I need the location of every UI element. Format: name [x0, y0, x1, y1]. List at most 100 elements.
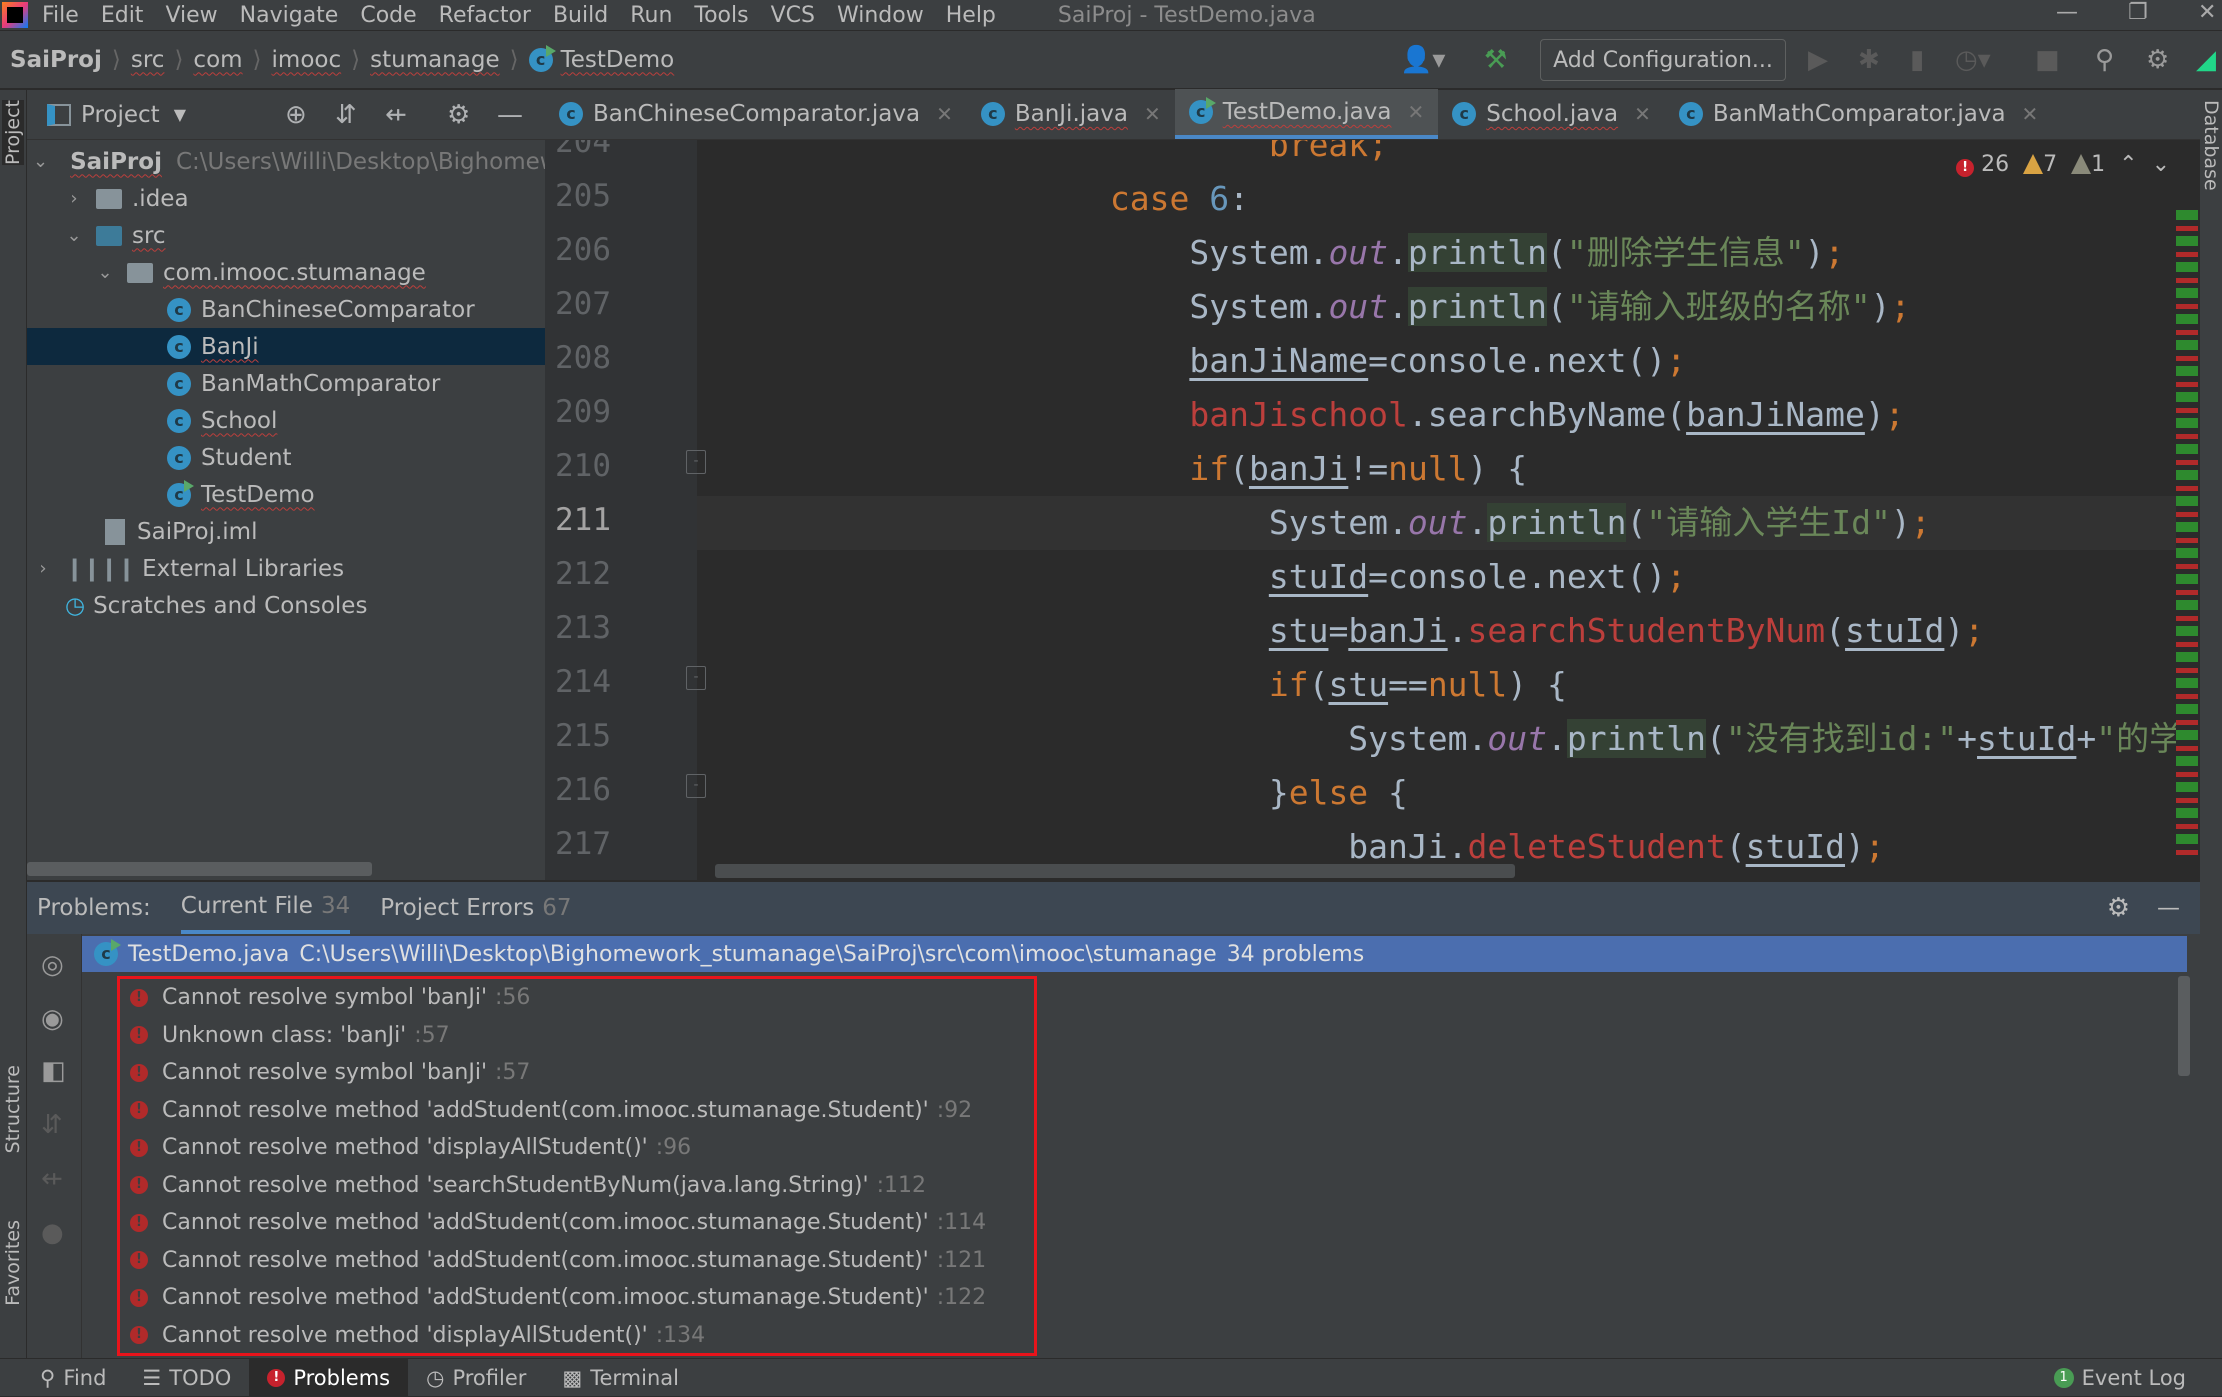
lightbulb-icon[interactable]: ● — [41, 1218, 64, 1248]
menu-file[interactable]: File — [42, 3, 79, 28]
tab-banmathcomparator[interactable]: c BanMathComparator.java ✕ — [1665, 89, 2052, 139]
line-number[interactable]: 213 — [555, 610, 611, 646]
menu-vcs[interactable]: VCS — [771, 3, 815, 28]
menu-tools[interactable]: Tools — [694, 3, 748, 28]
close-tab-icon[interactable]: ✕ — [1144, 102, 1161, 126]
menu-refactor[interactable]: Refactor — [439, 3, 531, 28]
problem-item[interactable]: ! Unknown class: 'banJi':57 — [130, 1017, 450, 1054]
tree-item-scratches[interactable]: ◷ Scratches and Consoles — [27, 587, 545, 624]
line-number[interactable]: 217 — [555, 826, 611, 862]
expand-all-icon[interactable]: ⇵ — [41, 1110, 63, 1140]
code-line[interactable]: }else { — [697, 766, 2177, 820]
code-line[interactable]: banJiName=console.next(); — [697, 334, 2177, 388]
minimize-icon[interactable]: — — [2056, 0, 2078, 25]
panel-settings-icon[interactable]: ⚙ — [447, 100, 470, 130]
user-icon[interactable]: 👤▾ — [1400, 45, 1445, 75]
close-tab-icon[interactable]: ✕ — [1634, 102, 1651, 126]
tree-item-src[interactable]: ⌄ src — [27, 217, 545, 254]
fold-marker-icon[interactable]: - — [686, 666, 706, 690]
auto-scroll-icon[interactable]: ◎ — [41, 950, 64, 980]
line-number[interactable]: 211 — [555, 502, 611, 538]
run-icon[interactable]: ▶ — [1808, 45, 1828, 75]
inspection-widget[interactable]: ! 26 7 1 ⌃ ⌄ — [1956, 152, 2170, 177]
project-tool-tab[interactable]: Project — [2, 100, 24, 166]
structure-tool-tab[interactable]: Structure — [2, 1065, 24, 1153]
problem-item[interactable]: ! Cannot resolve method 'searchStudentByN… — [130, 1167, 926, 1204]
tab-testdemo[interactable]: c TestDemo.java ✕ — [1174, 89, 1439, 139]
tab-school[interactable]: c School.java ✕ — [1438, 89, 1665, 139]
breadcrumb-stumanage[interactable]: stumanage — [370, 47, 500, 73]
hide-panel-icon[interactable]: — — [497, 100, 523, 130]
problem-item[interactable]: ! Cannot resolve method 'addStudent(com.i… — [130, 1204, 986, 1241]
problem-file-row[interactable]: c TestDemo.java C:\Users\Willi\Desktop\B… — [82, 936, 2187, 972]
menu-run[interactable]: Run — [630, 3, 672, 28]
breadcrumb-project[interactable]: SaiProj — [10, 47, 102, 73]
line-number[interactable]: 215 — [555, 718, 611, 754]
line-number[interactable]: 212 — [555, 556, 611, 592]
code-line[interactable]: if(stu==null) { — [697, 658, 2177, 712]
tab-current-file[interactable]: Current File 34 — [180, 882, 351, 934]
problem-item[interactable]: ! Cannot resolve symbol 'banJi':56 — [130, 979, 530, 1016]
breadcrumb-imooc[interactable]: imooc — [272, 47, 342, 73]
problems-tool-button[interactable]: ! Problems — [249, 1358, 409, 1397]
code-line[interactable]: System.out.println("请输入学生Id"); — [697, 496, 2177, 550]
code-line[interactable]: stu=banJi.searchStudentByNum(stuId); — [697, 604, 2177, 658]
tab-project-errors[interactable]: Project Errors 67 — [380, 882, 571, 934]
tab-banchinesecomparator[interactable]: c BanChineseComparator.java ✕ — [545, 89, 967, 139]
code-line[interactable]: System.out.println("删除学生信息"); — [697, 226, 2177, 280]
tree-item-banchinesecomparator[interactable]: c BanChineseComparator — [27, 291, 545, 328]
error-stripe[interactable] — [2176, 210, 2198, 860]
tree-item-testdemo[interactable]: c TestDemo — [27, 476, 545, 513]
line-number[interactable]: 210 — [555, 448, 611, 484]
profiler-tool-button[interactable]: ◷ Profiler — [408, 1359, 544, 1397]
breadcrumb-testdemo[interactable]: TestDemo — [561, 47, 675, 73]
event-log-button[interactable]: 1 Event Log — [2053, 1359, 2186, 1397]
tree-item-package[interactable]: ⌄ com.imooc.stumanage — [27, 254, 545, 291]
chevron-down-icon[interactable]: ⌄ — [64, 225, 84, 246]
eye-icon[interactable]: ◉ — [41, 1004, 64, 1034]
line-number-gutter[interactable]: 204 205 206 207 208 209 210 211 212 213 214 215 216 2… — [545, 140, 697, 880]
previous-problem-icon[interactable]: ⌃ — [2119, 152, 2137, 177]
line-number[interactable]: 214 — [555, 664, 611, 700]
dropdown-arrow-icon[interactable]: ▼ — [174, 105, 186, 124]
menu-build[interactable]: Build — [553, 3, 608, 28]
line-number[interactable]: 204 — [555, 140, 611, 160]
line-number[interactable]: 216 — [555, 772, 611, 808]
search-icon[interactable]: ⚲ — [2095, 45, 2114, 75]
code-line[interactable]: banJischool.searchByName(banJiName); — [697, 388, 2177, 442]
line-number[interactable]: 208 — [555, 340, 611, 376]
problems-settings-icon[interactable]: ⚙ — [2107, 893, 2130, 923]
menu-help[interactable]: Help — [946, 3, 996, 28]
problems-vertical-scrollbar[interactable] — [2178, 976, 2190, 1076]
chevron-down-icon[interactable]: ⌄ — [95, 262, 115, 283]
code-editor[interactable]: 204 205 206 207 208 209 210 211 212 213 214 215 216 2… — [545, 140, 2200, 880]
tree-item-external-libraries[interactable]: › ❙❙❙❙ External Libraries — [27, 550, 545, 587]
line-number[interactable]: 207 — [555, 286, 611, 322]
next-problem-icon[interactable]: ⌄ — [2152, 152, 2170, 177]
problem-item[interactable]: ! Cannot resolve method 'addStudent(com.i… — [130, 1242, 986, 1279]
fold-marker-icon[interactable]: - — [686, 774, 706, 798]
code-line[interactable]: break; — [697, 140, 2177, 172]
tree-item-banmathcomparator[interactable]: c BanMathComparator — [27, 365, 545, 402]
expand-all-icon[interactable]: ⇵ — [335, 100, 357, 130]
menu-code[interactable]: Code — [360, 3, 416, 28]
problem-item[interactable]: ! Cannot resolve method 'addStudent(com.i… — [130, 1279, 986, 1316]
problem-item[interactable]: ! Cannot resolve method 'displayAllStuden… — [130, 1129, 691, 1166]
find-tool-button[interactable]: ⚲ Find — [0, 1359, 124, 1397]
editor-horizontal-scrollbar[interactable] — [715, 864, 1515, 878]
close-tab-icon[interactable]: ✕ — [2022, 102, 2039, 126]
code-line[interactable]: System.out.println("没有找到id:"+stuId+"的学 — [697, 712, 2182, 766]
tree-item-student[interactable]: c Student — [27, 439, 545, 476]
preview-icon[interactable]: ◧ — [41, 1056, 66, 1086]
debug-icon[interactable]: ✱ — [1858, 45, 1880, 75]
code-line[interactable]: if(banJi!=null) { — [697, 442, 2177, 496]
code-line[interactable]: System.out.println("请输入班级的名称"); — [697, 280, 2177, 334]
menu-edit[interactable]: Edit — [101, 3, 144, 28]
line-number[interactable]: 206 — [555, 232, 611, 268]
tree-item-saiproj-iml[interactable]: SaiProj.iml — [27, 513, 545, 550]
close-tab-icon[interactable]: ✕ — [1407, 100, 1424, 124]
project-view-selector[interactable]: Project — [81, 102, 160, 128]
build-hammer-icon[interactable]: ⚒ — [1484, 45, 1507, 75]
chevron-down-icon[interactable]: ⌄ — [33, 151, 48, 172]
tab-banji[interactable]: c BanJi.java ✕ — [967, 89, 1175, 139]
